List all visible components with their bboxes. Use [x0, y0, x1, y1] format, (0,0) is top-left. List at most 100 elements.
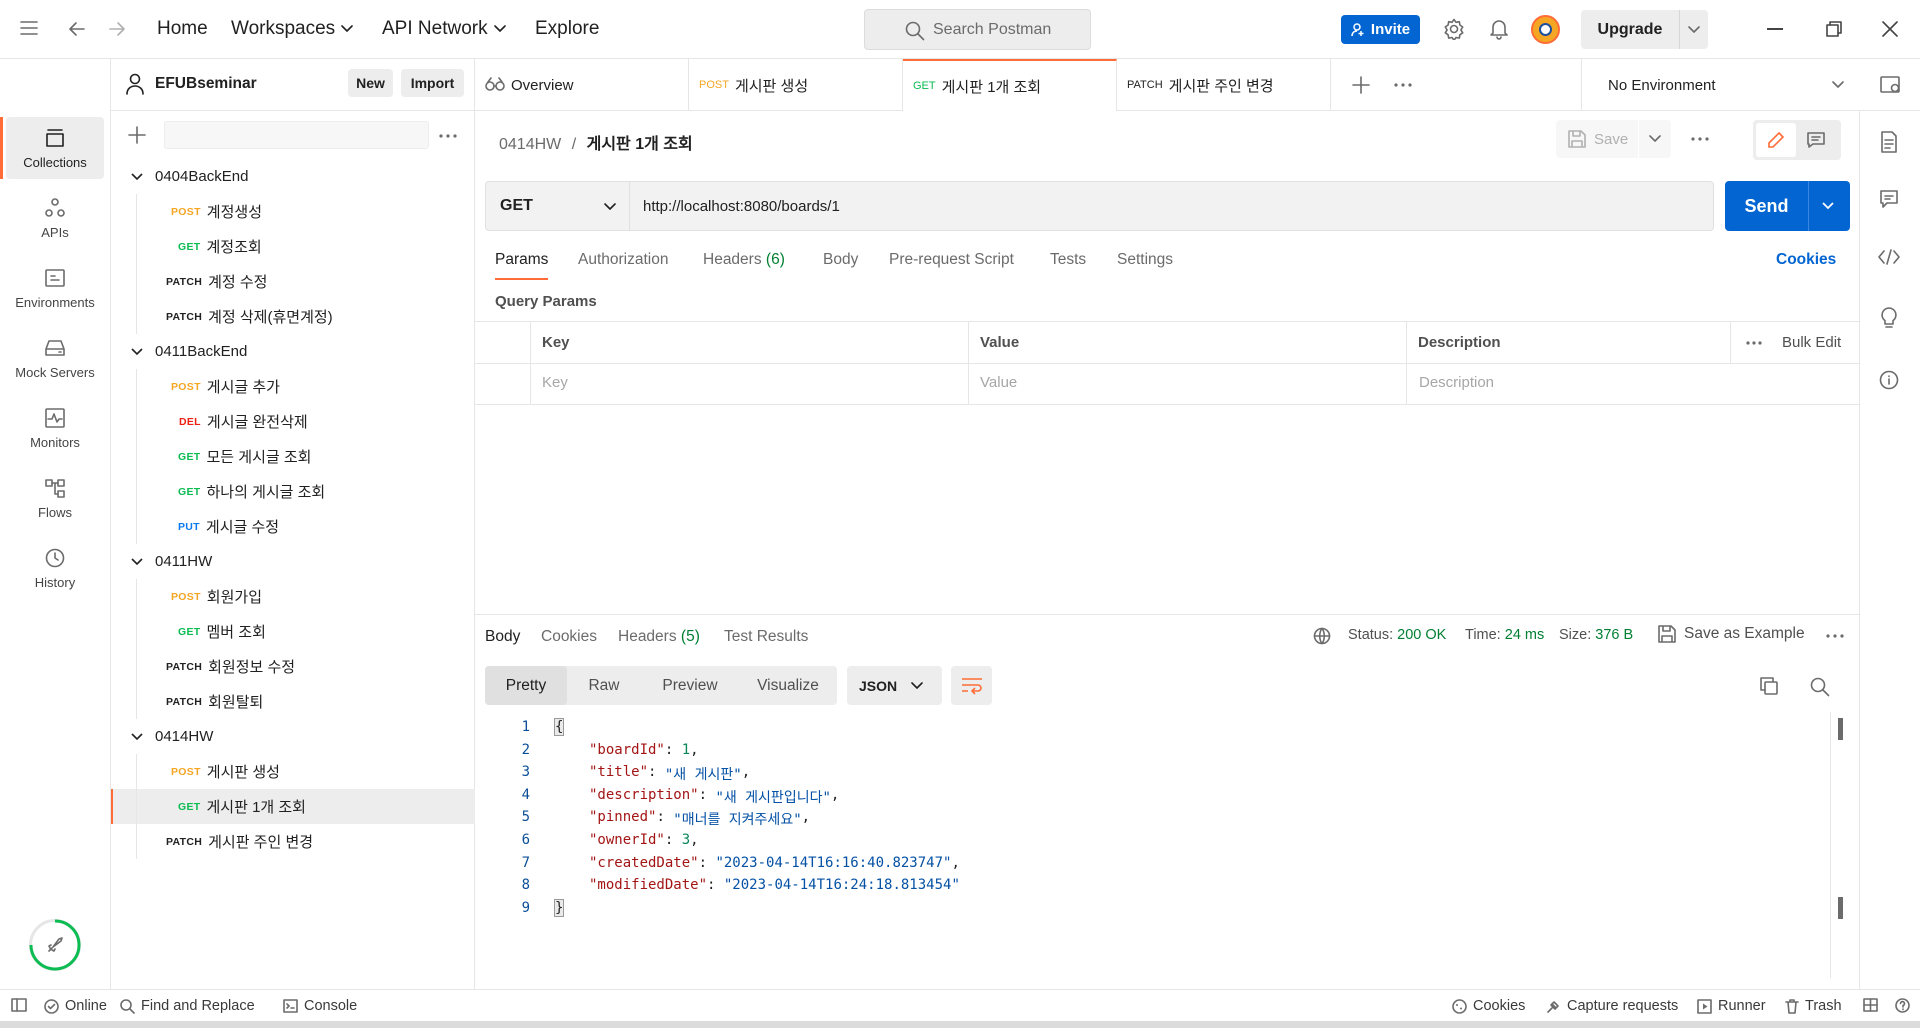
- filter-input[interactable]: [164, 121, 429, 149]
- collection-folder[interactable]: 0404BackEnd: [111, 159, 475, 194]
- collection-folder[interactable]: 0414HW: [111, 719, 475, 754]
- sidebar-item-flows[interactable]: Flows: [6, 467, 104, 529]
- view-raw[interactable]: Raw: [567, 666, 641, 705]
- collection-request-item[interactable]: PATCH 게시판 주인 변경: [111, 824, 475, 859]
- help-icon[interactable]: [1895, 998, 1910, 1013]
- view-pretty[interactable]: Pretty: [485, 666, 567, 705]
- nav-workspaces[interactable]: Workspaces: [231, 18, 353, 40]
- tab-post-board-create[interactable]: POST 게시판 생성: [689, 59, 903, 111]
- tab-authorization[interactable]: Authorization: [578, 251, 668, 269]
- response-tab-cookies[interactable]: Cookies: [541, 628, 597, 646]
- sidebar-item-collections[interactable]: Collections: [6, 117, 104, 179]
- response-body-editor[interactable]: 1{2 "boardId": 1, 3 "title": "새 게시판", 4 "desc…: [500, 718, 1830, 919]
- description-input[interactable]: Description: [1419, 374, 1494, 391]
- invite-button[interactable]: Invite: [1341, 15, 1420, 44]
- breadcrumb-collection[interactable]: 0414HW: [499, 136, 561, 153]
- response-tab-headers[interactable]: Headers (5): [618, 628, 700, 646]
- tab-tests[interactable]: Tests: [1050, 251, 1086, 269]
- environment-quick-look-icon[interactable]: [1880, 75, 1902, 95]
- documentation-icon[interactable]: [1879, 131, 1899, 153]
- chevron-down-icon[interactable]: [131, 732, 143, 741]
- response-tab-body[interactable]: Body: [485, 628, 520, 646]
- search-input[interactable]: Search Postman: [864, 9, 1091, 50]
- chevron-down-icon[interactable]: [131, 172, 143, 181]
- copy-icon[interactable]: [1760, 677, 1778, 695]
- save-button[interactable]: Save: [1556, 120, 1671, 158]
- size-value[interactable]: 376 B: [1595, 627, 1633, 643]
- collection-request-item[interactable]: PATCH 계정 수정: [111, 264, 475, 299]
- edit-mode-button[interactable]: [1756, 123, 1796, 157]
- url-input[interactable]: http://localhost:8080/boards/1: [630, 181, 1714, 231]
- console-button[interactable]: Console: [283, 998, 357, 1014]
- chevron-down-icon[interactable]: [1822, 202, 1834, 210]
- search-icon[interactable]: [1810, 677, 1830, 697]
- method-select[interactable]: GET: [485, 181, 630, 231]
- collection-request-item[interactable]: POST 게시글 추가: [111, 369, 475, 404]
- response-divider[interactable]: [475, 614, 1859, 615]
- new-button[interactable]: New: [348, 69, 393, 97]
- cookies-link[interactable]: Cookies: [1776, 251, 1836, 269]
- collection-folder[interactable]: 0411HW: [111, 544, 475, 579]
- tab-get-board-one[interactable]: GET 게시판 1개 조회: [903, 59, 1117, 111]
- status-badge[interactable]: 200 OK: [1397, 627, 1446, 643]
- toggle-sidebar-icon[interactable]: [11, 998, 27, 1012]
- collection-request-item[interactable]: GET 게시판 1개 조회: [111, 789, 475, 824]
- runner-button[interactable]: Runner: [1697, 998, 1766, 1014]
- tab-overview[interactable]: Overview: [475, 59, 689, 111]
- view-preview[interactable]: Preview: [641, 666, 739, 705]
- globe-icon[interactable]: [1313, 627, 1331, 645]
- settings-gear-icon[interactable]: [1443, 18, 1465, 40]
- collection-request-item[interactable]: POST 게시판 생성: [111, 754, 475, 789]
- save-as-example-button[interactable]: Save as Example: [1658, 625, 1805, 643]
- request-title[interactable]: 게시판 1개 조회: [587, 136, 693, 153]
- tab-more-options-icon[interactable]: [1394, 83, 1412, 87]
- collection-request-item[interactable]: POST 회원가입: [111, 579, 475, 614]
- collection-request-item[interactable]: GET 멤버 조회: [111, 614, 475, 649]
- response-more-options-icon[interactable]: [1826, 634, 1844, 638]
- collection-request-item[interactable]: POST 계정생성: [111, 194, 475, 229]
- chevron-down-icon[interactable]: [1649, 135, 1661, 143]
- import-button[interactable]: Import: [401, 69, 464, 97]
- view-visualize[interactable]: Visualize: [739, 666, 837, 705]
- collection-request-item[interactable]: GET 하나의 게시글 조회: [111, 474, 475, 509]
- add-collection-icon[interactable]: [128, 126, 146, 144]
- comment-mode-icon[interactable]: [1807, 132, 1825, 148]
- tab-params[interactable]: Params: [495, 251, 548, 269]
- forward-arrow-icon[interactable]: [108, 20, 126, 38]
- sidebar-item-mock-servers[interactable]: Mock Servers: [6, 327, 104, 389]
- collection-request-item[interactable]: DEL 게시글 완전삭제: [111, 404, 475, 439]
- collection-request-item[interactable]: GET 계정조회: [111, 229, 475, 264]
- collection-request-item[interactable]: PATCH 회원탈퇴: [111, 684, 475, 719]
- column-options-icon[interactable]: [1746, 341, 1762, 345]
- notification-bell-icon[interactable]: [1489, 18, 1509, 40]
- collection-request-item[interactable]: PATCH 계정 삭제(휴면계정): [111, 299, 475, 334]
- tab-pre-request-script[interactable]: Pre-request Script: [889, 251, 1014, 269]
- cookies-button[interactable]: Cookies: [1452, 998, 1525, 1014]
- nav-api-network[interactable]: API Network: [382, 18, 506, 40]
- avatar[interactable]: [1531, 15, 1560, 44]
- restore-window-icon[interactable]: [1826, 21, 1842, 37]
- tab-body[interactable]: Body: [823, 251, 858, 269]
- sidebar-item-monitors[interactable]: Monitors: [6, 397, 104, 459]
- collection-request-item[interactable]: GET 모든 게시글 조회: [111, 439, 475, 474]
- comments-icon[interactable]: [1879, 189, 1899, 209]
- time-value[interactable]: 24 ms: [1505, 627, 1545, 643]
- editor-scrollbar-bottom[interactable]: [1838, 897, 1843, 919]
- lightbulb-icon[interactable]: [1880, 307, 1898, 329]
- request-more-options-icon[interactable]: [1691, 137, 1709, 141]
- nav-home[interactable]: Home: [157, 18, 208, 40]
- collection-request-item[interactable]: PUT 게시글 수정: [111, 509, 475, 544]
- new-tab-plus-icon[interactable]: [1352, 76, 1370, 94]
- bulk-edit-link[interactable]: Bulk Edit: [1782, 334, 1841, 351]
- chevron-down-icon[interactable]: [131, 557, 143, 566]
- editor-scrollbar-top[interactable]: [1838, 718, 1843, 740]
- close-window-icon[interactable]: [1882, 21, 1898, 37]
- code-icon[interactable]: [1878, 249, 1900, 265]
- sidebar-item-environments[interactable]: Environments: [6, 257, 104, 319]
- bootcamp-rocket-icon[interactable]: [29, 919, 81, 971]
- find-replace-button[interactable]: Find and Replace: [120, 998, 255, 1014]
- chevron-down-icon[interactable]: [1688, 25, 1700, 34]
- key-input[interactable]: Key: [542, 374, 568, 391]
- online-status[interactable]: Online: [44, 998, 107, 1014]
- sidebar-item-apis[interactable]: APIs: [6, 187, 104, 249]
